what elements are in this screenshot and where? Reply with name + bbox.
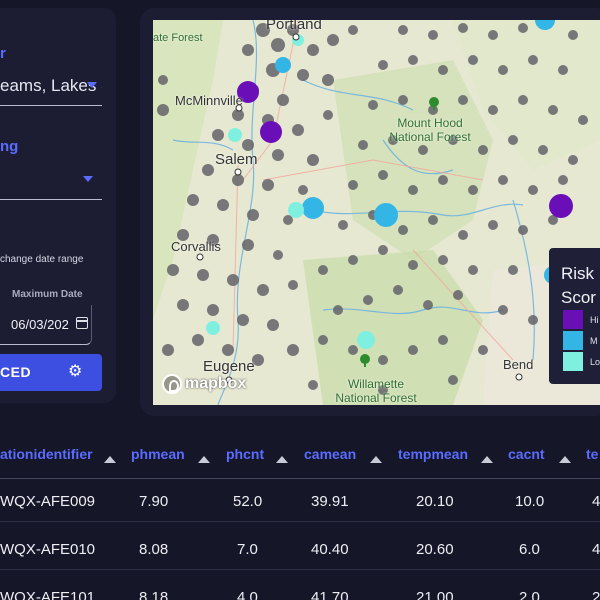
mapbox-logo-icon [162, 374, 182, 394]
place-label: Eugene [203, 358, 255, 375]
second-select-label: ng [0, 138, 19, 155]
cell-extra: 4 [592, 493, 600, 510]
place-label: ate Forest [153, 32, 203, 44]
gear-icon: ⚙ [68, 363, 83, 380]
place-label: Portland [266, 20, 322, 33]
column-header[interactable]: tempmean [398, 446, 468, 466]
cell-camean: 39.91 [311, 493, 349, 510]
place-label: McMinnville [175, 93, 243, 108]
chevron-down-icon[interactable] [87, 82, 97, 88]
layer-select-label: r [0, 45, 6, 62]
place-label: Corvallis [171, 239, 221, 254]
column-header[interactable]: te [586, 446, 598, 466]
date-range-hint: change date range [0, 254, 84, 265]
cell-station: WQX-AFE009 [0, 493, 96, 510]
legend-swatch-high [563, 310, 583, 329]
cell-station: WQX-AFE010 [0, 541, 96, 558]
advanced-button[interactable]: CED ⚙ [0, 354, 102, 391]
legend-label-medium: M [590, 336, 598, 346]
app-root: r eams, Lakes 8 ng change date range Max… [0, 0, 600, 600]
column-header[interactable]: cacnt [508, 446, 545, 466]
cell-phmean: 8.18 [139, 589, 169, 600]
column-header[interactable]: phcnt [226, 446, 264, 466]
cell-phmean: 8.08 [139, 541, 169, 558]
max-date-value: 06/03/202 [11, 317, 69, 332]
legend-title-line2: Scor [561, 288, 596, 307]
cell-camean: 40.40 [311, 541, 349, 558]
legend-title: Risk Scor [561, 262, 596, 310]
sort-arrow-icon[interactable] [481, 456, 493, 463]
risk-legend: Risk Scor Hi M Lo [549, 248, 600, 384]
legend-title-line1: Risk [561, 264, 595, 283]
legend-swatch-low [563, 352, 583, 371]
cell-phcnt: 52.0 [233, 493, 263, 510]
cell-cacnt: 10.0 [515, 493, 545, 510]
cell-tempmean: 20.60 [416, 541, 454, 558]
risk-map[interactable]: Portland McMinnville Salem Corvallis Eug… [153, 20, 600, 405]
sort-arrow-icon[interactable] [559, 456, 571, 463]
place-label: Mount Hood National Forest [389, 116, 471, 144]
legend-label-low: Lo [590, 357, 600, 367]
cell-cacnt: 6.0 [519, 541, 540, 558]
place-label: Willamette National Forest [335, 377, 417, 405]
cell-station: WQX-AFE101 [0, 589, 96, 600]
cell-tempmean: 20.10 [416, 493, 454, 510]
legend-label-high: Hi [590, 315, 599, 325]
cell-phcnt: 4.0 [237, 589, 258, 600]
mapbox-attribution[interactable]: mapbox [162, 374, 246, 394]
max-date-label: Maximum Date [12, 289, 83, 300]
place-label: Bend [503, 357, 534, 372]
legend-swatch-medium [563, 331, 583, 350]
sort-arrow-icon[interactable] [104, 456, 116, 463]
cell-phcnt: 7.0 [237, 541, 258, 558]
mapbox-wordmark: mapbox [185, 375, 247, 392]
column-header[interactable]: camean [304, 446, 356, 466]
map-canvas [153, 20, 600, 405]
cell-camean: 41.70 [311, 589, 349, 600]
cell-phmean: 7.90 [139, 493, 169, 510]
second-select[interactable] [0, 166, 102, 200]
cell-extra: 2 [592, 589, 600, 600]
sort-arrow-icon[interactable] [198, 456, 210, 463]
sort-arrow-icon[interactable] [276, 456, 288, 463]
place-label: Salem [215, 151, 258, 168]
column-header[interactable]: ationidentifier [0, 446, 93, 466]
sort-arrow-icon[interactable] [370, 456, 382, 463]
cell-cacnt: 2.0 [519, 589, 540, 600]
row-divider [0, 521, 600, 522]
layer-select[interactable]: eams, Lakes 8 [0, 72, 102, 106]
chevron-down-icon[interactable] [83, 176, 93, 182]
header-divider [0, 478, 600, 479]
cell-tempmean: 21.00 [416, 589, 454, 600]
cell-extra: 4 [592, 541, 600, 558]
column-header[interactable]: phmean [131, 446, 185, 466]
max-date-input[interactable]: 06/03/202 [0, 305, 92, 345]
row-divider [0, 569, 600, 570]
calendar-icon[interactable] [76, 317, 88, 329]
advanced-button-label: CED [0, 364, 32, 380]
